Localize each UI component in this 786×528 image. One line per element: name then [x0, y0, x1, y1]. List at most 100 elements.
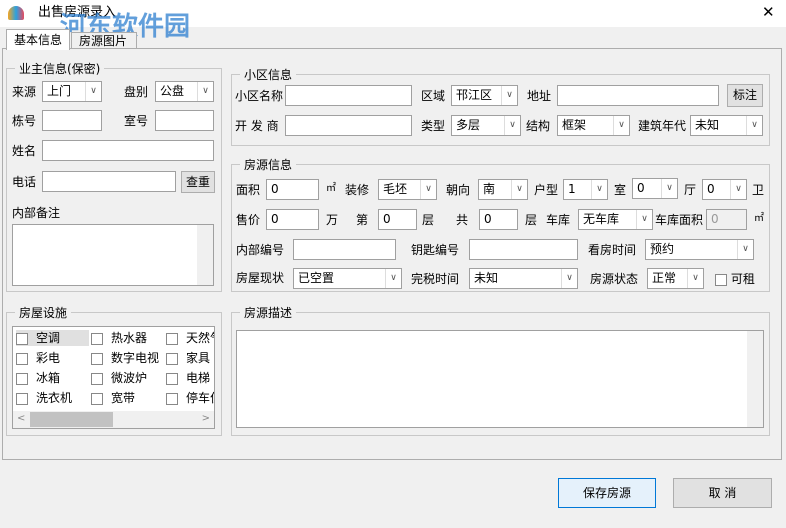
- scrollbar[interactable]: [197, 225, 213, 285]
- floor-input[interactable]: 0: [378, 209, 417, 230]
- structure-label: 结构: [526, 119, 551, 133]
- cancel-button[interactable]: 取 消: [673, 478, 772, 508]
- facility-checkbox[interactable]: 彩电: [16, 350, 60, 366]
- district-label: 区域: [421, 89, 446, 103]
- phone-label: 电话: [12, 175, 37, 189]
- phone-input[interactable]: [42, 171, 176, 192]
- chevron-down-icon: ∨: [420, 180, 436, 199]
- chevron-down-icon: ∨: [591, 180, 607, 199]
- total-floor-unit: 层: [525, 213, 538, 227]
- app-icon: [8, 6, 24, 20]
- type-select[interactable]: 多层 ∨: [451, 115, 521, 136]
- building-label: 栋号: [12, 114, 37, 128]
- source-status-select[interactable]: 正常 ∨: [647, 268, 704, 289]
- close-icon[interactable]: ✕: [762, 4, 775, 20]
- key-no-input[interactable]: [469, 239, 578, 260]
- chevron-down-icon: ∨: [504, 116, 520, 135]
- chevron-down-icon: ∨: [197, 82, 213, 101]
- tax-time-label: 完税时间: [411, 272, 460, 286]
- facility-checkbox[interactable]: 停车位: [166, 390, 214, 406]
- checkbox-icon: [91, 332, 103, 345]
- bath-count-select[interactable]: 0 ∨: [702, 179, 747, 200]
- mark-button[interactable]: 标注: [727, 84, 763, 107]
- facility-checkbox[interactable]: 数字电视: [91, 350, 159, 366]
- source-select[interactable]: 上门 ∨: [42, 81, 102, 102]
- address-label: 地址: [527, 89, 552, 103]
- chevron-down-icon: ∨: [561, 269, 577, 288]
- window-title: 出售房源录入: [38, 5, 117, 20]
- rentable-checkbox[interactable]: 可租: [715, 270, 755, 287]
- total-floor-input[interactable]: 0: [479, 209, 518, 230]
- checkbox-icon: [16, 352, 28, 365]
- facilities-list[interactable]: 空调热水器 天然气彩电 数字电视家具冰箱 微波炉 电梯洗衣机 宽带 停车位 <>: [12, 326, 215, 429]
- orientation-select[interactable]: 南 ∨: [478, 179, 528, 200]
- facility-checkbox[interactable]: 微波炉: [91, 370, 147, 386]
- room-input[interactable]: [155, 110, 214, 131]
- checkbox-icon: [91, 392, 103, 405]
- facility-checkbox[interactable]: 冰箱: [16, 370, 60, 386]
- checkbox-icon: [16, 392, 28, 405]
- build-year-label: 建筑年代: [638, 119, 687, 133]
- orientation-label: 朝向: [446, 183, 471, 197]
- checkbox-icon: [166, 332, 178, 345]
- source-label: 来源: [12, 85, 37, 99]
- chevron-down-icon: ∨: [613, 116, 629, 135]
- facility-checkbox[interactable]: 电梯: [166, 370, 210, 386]
- horizontal-scrollbar[interactable]: < >: [13, 411, 214, 428]
- chevron-down-icon: ∨: [636, 210, 652, 229]
- notes-label: 内部备注: [12, 206, 61, 220]
- facility-checkbox[interactable]: 天然气: [166, 330, 214, 346]
- key-no-label: 钥匙编号: [411, 243, 460, 257]
- structure-select[interactable]: 框架 ∨: [557, 115, 630, 136]
- garage-area-input[interactable]: 0: [706, 209, 747, 230]
- internal-no-input[interactable]: [293, 239, 396, 260]
- chevron-down-icon: ∨: [511, 180, 527, 199]
- total-floor-label: 共: [456, 213, 469, 227]
- garage-area-unit: ㎡: [754, 213, 764, 224]
- room-count-select[interactable]: 1 ∨: [563, 179, 608, 200]
- area-input[interactable]: 0: [266, 179, 319, 200]
- chevron-down-icon: ∨: [687, 269, 703, 288]
- source-status-label: 房源状态: [590, 272, 639, 286]
- checkbox-icon: [16, 372, 28, 385]
- view-time-select[interactable]: 预约 ∨: [645, 239, 754, 260]
- check-duplicate-button[interactable]: 查重: [181, 171, 215, 193]
- build-year-select[interactable]: 未知 ∨: [690, 115, 763, 136]
- decor-select[interactable]: 毛坯 ∨: [378, 179, 437, 200]
- hall-count-select[interactable]: 0 ∨: [632, 178, 678, 199]
- description-textarea[interactable]: [236, 330, 764, 428]
- disk-label: 盘别: [124, 85, 149, 99]
- name-input[interactable]: [42, 140, 214, 161]
- save-button[interactable]: 保存房源: [558, 478, 656, 508]
- facility-checkbox[interactable]: 宽带: [91, 390, 135, 406]
- price-input[interactable]: 0: [266, 209, 319, 230]
- building-input[interactable]: [42, 110, 102, 131]
- facility-checkbox[interactable]: 洗衣机: [16, 390, 72, 406]
- tab-basic-info[interactable]: 基本信息: [6, 29, 70, 50]
- garage-area-label: 车库面积: [655, 213, 704, 227]
- district-select[interactable]: 邗江区 ∨: [451, 85, 518, 106]
- address-input[interactable]: [557, 85, 719, 106]
- room-unit: 室: [614, 183, 627, 197]
- scrollbar-thumb[interactable]: [30, 412, 113, 427]
- facility-checkbox[interactable]: 家具: [166, 350, 210, 366]
- area-unit: ㎡: [326, 183, 336, 194]
- floor-unit: 层: [422, 213, 435, 227]
- house-status-label: 房屋现状: [236, 271, 285, 285]
- tab-house-photos[interactable]: 房源图片: [71, 32, 137, 49]
- community-name-input[interactable]: [285, 85, 412, 106]
- name-label: 姓名: [12, 144, 37, 158]
- garage-select[interactable]: 无车库 ∨: [578, 209, 653, 230]
- checkbox-icon: [166, 352, 178, 365]
- area-label: 面积: [236, 183, 261, 197]
- disk-select[interactable]: 公盘 ∨: [155, 81, 214, 102]
- developer-input[interactable]: [285, 115, 412, 136]
- facility-checkbox[interactable]: 热水器: [91, 330, 147, 346]
- scrollbar[interactable]: [747, 331, 763, 427]
- house-status-select[interactable]: 已空置 ∨: [293, 268, 402, 289]
- tax-time-select[interactable]: 未知 ∨: [469, 268, 578, 289]
- notes-textarea[interactable]: [12, 224, 214, 286]
- facility-checkbox[interactable]: 空调: [16, 330, 89, 346]
- room-label: 室号: [124, 114, 149, 128]
- checkbox-icon: [166, 372, 178, 385]
